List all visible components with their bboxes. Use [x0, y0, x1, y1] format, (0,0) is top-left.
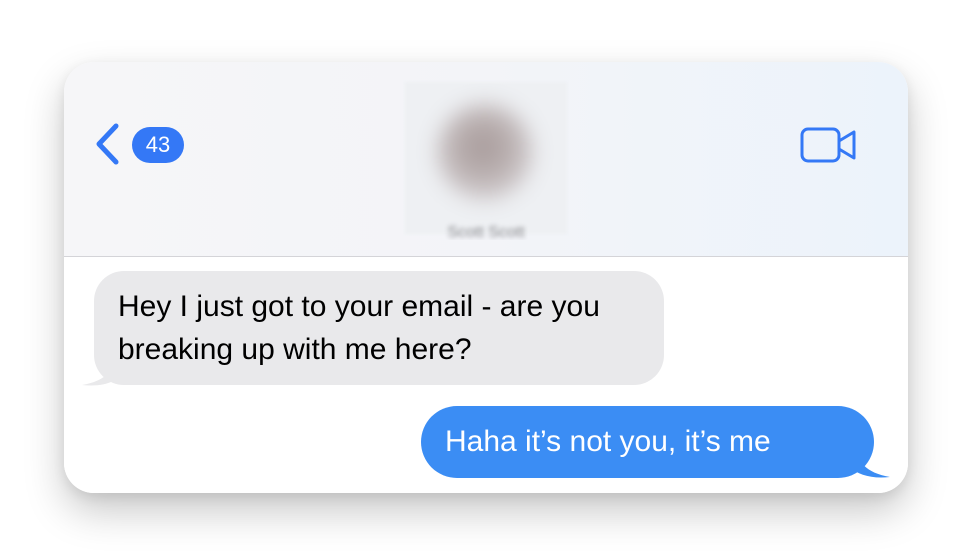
contact-name-label: Scott Scott	[447, 224, 525, 240]
outgoing-message-bubble[interactable]: Haha it’s not you, it’s me	[421, 406, 874, 478]
video-camera-icon[interactable]	[800, 126, 858, 164]
chevron-left-icon	[96, 123, 119, 165]
contact-avatar-button[interactable]	[405, 82, 567, 234]
contact-name[interactable]: Scott Scott	[416, 220, 556, 240]
conversation-window: 43 Scott Scott Hey I just got to your em…	[64, 62, 908, 493]
avatar	[437, 104, 533, 200]
unread-count-badge: 43	[132, 127, 184, 163]
message-list: Hey I just got to your email - are you b…	[64, 257, 908, 493]
conversation-header: 43 Scott Scott	[64, 62, 908, 257]
incoming-message-bubble[interactable]: Hey I just got to your email - are you b…	[94, 271, 664, 385]
back-button[interactable]: 43	[92, 120, 188, 168]
